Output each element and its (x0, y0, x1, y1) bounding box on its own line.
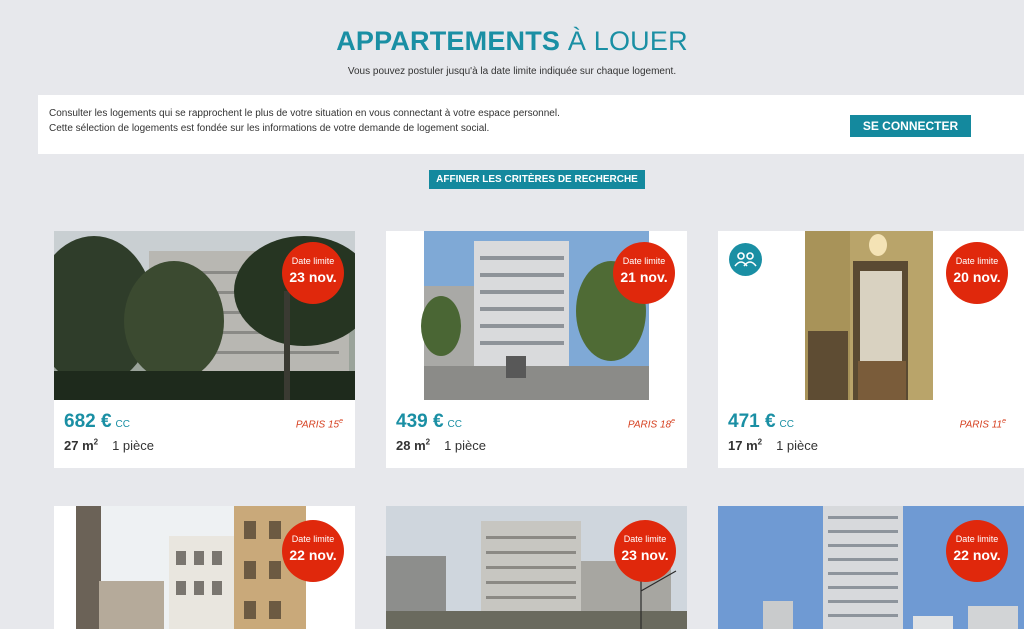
deadline-label: Date limite (291, 534, 335, 544)
shared-housing-icon (729, 243, 762, 276)
listing-card[interactable]: Date limite 23 nov. 682 € CC PARIS 15e 27… (54, 231, 355, 468)
price-amount: 682 € (64, 411, 112, 432)
deadline-badge: Date limite 23 nov. (614, 520, 676, 582)
location-suffix: e (1002, 418, 1006, 425)
location-city: PARIS 11 (959, 419, 1003, 431)
deadline-date: 23 nov. (621, 547, 669, 563)
listing-info: 682 € CC PARIS 15e 27 m2 1 pièce (54, 400, 355, 468)
connect-button[interactable]: SE CONNECTER (850, 115, 971, 137)
deadline-badge: Date limite 23 nov. (282, 242, 344, 304)
listing-price: 471 € CC (728, 411, 794, 433)
listing-photo[interactable]: Date limite 22 nov. (54, 506, 355, 629)
surface-value: 27 m (64, 438, 94, 454)
listing-info: 471 € CC PARIS 11e 17 m2 1 pièce (718, 400, 1024, 468)
listing-location: PARIS 18e (628, 418, 675, 430)
price-suffix: CC (447, 419, 462, 430)
listing-rooms: 1 pièce (444, 438, 487, 454)
refine-search-button[interactable]: AFFINER LES CRITÈRES DE RECHERCHE (429, 170, 645, 189)
page-title-light: À LOUER (560, 26, 688, 56)
deadline-date: 22 nov. (953, 547, 1001, 563)
listing-photo[interactable]: Date limite 23 nov. (386, 506, 687, 629)
location-city: PARIS 18 (627, 419, 672, 431)
login-panel: Consulter les logements qui se rapproche… (38, 95, 1024, 154)
page-title: APPARTEMENTS À LOUER (0, 26, 1024, 57)
surface-value: 28 m (396, 438, 426, 454)
price-suffix: CC (115, 419, 130, 430)
listing-card[interactable]: Date limite 23 nov. (386, 506, 687, 629)
deadline-label: Date limite (291, 256, 335, 266)
listing-location: PARIS 11e (960, 418, 1006, 430)
listing-card[interactable]: Date limite 21 nov. 439 € CC PARIS 18e 28… (386, 231, 687, 468)
listing-card[interactable]: Date limite 22 nov. (54, 506, 355, 629)
location-suffix: e (339, 418, 343, 425)
deadline-badge: Date limite 20 nov. (946, 242, 1008, 304)
listing-photo[interactable]: Date limite 20 nov. (718, 231, 1024, 400)
login-panel-line-2: Cette sélection de logements est fondée … (49, 123, 490, 134)
page-title-strong: APPARTEMENTS (336, 26, 561, 56)
surface-unit-sup: 2 (757, 438, 763, 447)
listing-rooms: 1 pièce (112, 438, 155, 454)
listing-price: 682 € CC (64, 411, 130, 433)
deadline-date: 21 nov. (620, 269, 668, 285)
listing-price: 439 € CC (396, 411, 462, 433)
surface-value: 17 m (728, 438, 758, 454)
listing-card[interactable]: Date limite 20 nov. 471 € CC PARIS 11e 17… (718, 231, 1024, 468)
listing-surface: 28 m2 (396, 438, 430, 453)
listing-location: PARIS 15e (296, 418, 343, 430)
listing-surface: 27 m2 (64, 438, 98, 453)
login-panel-text: Consulter les logements qui se rapproche… (49, 106, 560, 136)
listing-photo[interactable]: Date limite 22 nov. (718, 506, 1024, 629)
deadline-label: Date limite (955, 534, 999, 544)
location-suffix: e (671, 418, 675, 425)
price-suffix: CC (779, 419, 794, 430)
listing-details: 27 m2 1 pièce (64, 438, 154, 453)
listing-card[interactable]: Date limite 22 nov. (718, 506, 1024, 629)
deadline-label: Date limite (622, 256, 666, 266)
listing-details: 17 m2 1 pièce (728, 438, 818, 453)
deadline-date: 22 nov. (289, 547, 337, 563)
listing-surface: 17 m2 (728, 438, 762, 453)
location-city: PARIS 15 (295, 419, 340, 431)
deadline-date: 20 nov. (953, 269, 1001, 285)
listing-photo[interactable]: Date limite 21 nov. (386, 231, 687, 400)
deadline-label: Date limite (955, 256, 999, 266)
deadline-date: 23 nov. (289, 269, 337, 285)
price-amount: 471 € (728, 411, 776, 432)
deadline-label: Date limite (623, 534, 667, 544)
surface-unit-sup: 2 (93, 438, 99, 447)
login-panel-line-1: Consulter les logements qui se rapproche… (49, 108, 560, 119)
listing-photo[interactable]: Date limite 23 nov. (54, 231, 355, 400)
price-amount: 439 € (396, 411, 444, 432)
deadline-badge: Date limite 22 nov. (282, 520, 344, 582)
listing-info: 439 € CC PARIS 18e 28 m2 1 pièce (386, 400, 687, 468)
listing-details: 28 m2 1 pièce (396, 438, 486, 453)
deadline-badge: Date limite 22 nov. (946, 520, 1008, 582)
deadline-badge: Date limite 21 nov. (613, 242, 675, 304)
listing-rooms: 1 pièce (776, 438, 819, 454)
surface-unit-sup: 2 (425, 438, 431, 447)
page-subtitle: Vous pouvez postuler jusqu'à la date lim… (347, 66, 677, 77)
